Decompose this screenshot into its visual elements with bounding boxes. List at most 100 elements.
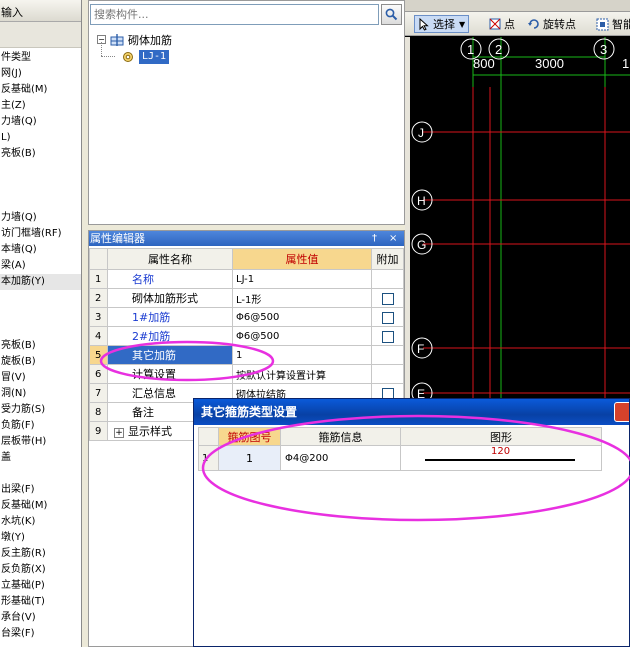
property-value-cell[interactable]: Φ6@500: [232, 307, 372, 327]
point-button[interactable]: 点: [489, 15, 515, 33]
extra-checkbox[interactable]: [381, 292, 394, 305]
list-item[interactable]: 立基础(P): [0, 578, 81, 594]
property-name-cell[interactable]: 计算设置: [107, 364, 233, 384]
property-value-header: 属性值: [232, 248, 372, 270]
expand-icon[interactable]: +: [114, 428, 124, 438]
extra-cell: [371, 326, 404, 346]
shape-cell[interactable]: 120: [400, 445, 602, 471]
property-name-cell[interactable]: 砌体加筋形式: [107, 288, 233, 308]
stirrup-table: 箍筋图号 箍筋信息 图形 1 1 Φ4@200 120: [198, 427, 602, 471]
table-row[interactable]: 6 计算设置 按默认计算设置计算: [89, 364, 404, 384]
list-item[interactable]: 主(Z): [0, 98, 81, 114]
property-value-cell[interactable]: 1: [232, 345, 372, 365]
search-button[interactable]: [381, 4, 402, 25]
list-item[interactable]: 形基础(T): [0, 594, 81, 610]
property-value-cell[interactable]: L-1形: [232, 288, 372, 308]
dialog-body: 箍筋图号 箍筋信息 图形 1 1 Φ4@200 120: [194, 425, 629, 646]
list-item[interactable]: 受力筋(S): [0, 402, 81, 418]
component-list-panel: − 砌体加筋 LJ-1: [88, 0, 405, 225]
tree-item-lj-1[interactable]: LJ-1: [97, 42, 172, 65]
property-value-cell[interactable]: 按默认计算设置计算: [232, 364, 372, 384]
row-number: 8: [89, 402, 108, 422]
list-item[interactable]: 件类型: [0, 50, 81, 66]
masonry-rebar-icon: [110, 33, 124, 46]
list-item[interactable]: 亮板(B): [0, 146, 81, 162]
dialog-close-button[interactable]: [614, 402, 629, 422]
table-row[interactable]: 3 1#加筋 Φ6@500: [89, 307, 404, 327]
table-row[interactable]: 1 1 Φ4@200 120: [198, 445, 602, 471]
property-value-cell[interactable]: Φ6@500: [232, 326, 372, 346]
list-item[interactable]: 盖: [0, 450, 81, 466]
extra-header: 附加: [371, 248, 404, 270]
list-item[interactable]: 梁(A): [0, 258, 81, 274]
pin-icon[interactable]: †: [372, 231, 377, 246]
row-number: 4: [89, 326, 108, 346]
property-editor-titlebar: 属性编辑器 † ×: [89, 231, 404, 246]
component-type-panel: 输入 件类型 网(J) 反基础(M) 主(Z) 力墙(Q) L) 亮板(B) 力墙(Q) 访门框…: [0, 0, 82, 647]
close-icon[interactable]: ×: [389, 231, 397, 246]
tab-strip: [405, 0, 630, 12]
axis-label-h: H: [417, 194, 426, 208]
list-item[interactable]: 承台(V): [0, 610, 81, 626]
extra-cell: [371, 345, 404, 365]
property-name-cell[interactable]: 其它加筋: [107, 345, 233, 365]
row-number-header: [198, 427, 219, 446]
dimension-800: 800: [473, 56, 495, 71]
stirrup-info-cell[interactable]: Φ4@200: [280, 445, 401, 471]
list-item[interactable]: 本墙(Q): [0, 242, 81, 258]
axis-label-j: J: [418, 126, 424, 140]
row-number: 3: [89, 307, 108, 327]
table-row[interactable]: 4 2#加筋 Φ6@500: [89, 326, 404, 346]
property-name-label: 砌体加筋形式: [132, 292, 198, 305]
search-row: [89, 3, 404, 27]
list-item[interactable]: 出梁(F): [0, 482, 81, 498]
stirrup-code-cell[interactable]: 1: [218, 445, 281, 471]
search-input[interactable]: [90, 4, 379, 25]
list-item[interactable]: 力墙(Q): [0, 114, 81, 130]
point-icon: [489, 18, 501, 30]
list-item[interactable]: 反负筋(X): [0, 562, 81, 578]
list-item[interactable]: 冒(V): [0, 370, 81, 386]
property-name-cell[interactable]: 2#加筋: [107, 326, 233, 346]
table-row[interactable]: 5 其它加筋 1: [89, 345, 404, 365]
smart-button[interactable]: 智能: [596, 15, 630, 33]
extra-checkbox[interactable]: [381, 330, 394, 343]
list-item[interactable]: 洞(N): [0, 386, 81, 402]
select-button[interactable]: 选择 ▼: [414, 15, 470, 33]
list-item[interactable]: L): [0, 130, 81, 146]
property-name-cell[interactable]: 1#加筋: [107, 307, 233, 327]
row-number: 6: [89, 364, 108, 384]
list-item[interactable]: 旋板(B): [0, 354, 81, 370]
list-item[interactable]: 访门框墙(RF): [0, 226, 81, 242]
stirrup-info-header: 箍筋信息: [280, 427, 401, 446]
list-item[interactable]: 层板带(H): [0, 434, 81, 450]
extra-checkbox[interactable]: [381, 311, 394, 324]
property-value-cell[interactable]: LJ-1: [232, 269, 372, 289]
property-name-header: 属性名称: [107, 248, 233, 270]
list-item[interactable]: 网(J): [0, 66, 81, 82]
list-item[interactable]: 台梁(F): [0, 626, 81, 642]
property-name-label: 计算设置: [132, 368, 176, 381]
left-panel-header: 输入: [0, 0, 81, 22]
list-item[interactable]: 亮板(B): [0, 338, 81, 354]
table-row[interactable]: 2 砌体加筋形式 L-1形: [89, 288, 404, 308]
list-item[interactable]: 本加筋(Y): [0, 274, 81, 290]
drawing-toolbar: 选择 ▼ 点 旋转点 智能: [405, 12, 630, 36]
axis-label-g: G: [417, 238, 426, 252]
list-item[interactable]: 墩(Y): [0, 530, 81, 546]
row-number: 1: [198, 445, 219, 471]
list-item[interactable]: 水坑(K): [0, 514, 81, 530]
property-name-cell[interactable]: 名称: [107, 269, 233, 289]
tree-root[interactable]: − 砌体加筋: [97, 31, 172, 48]
table-row[interactable]: 1 名称 LJ-1: [89, 269, 404, 289]
list-item[interactable]: 负筋(F): [0, 418, 81, 434]
list-item[interactable]: 力墙(Q): [0, 210, 81, 226]
rotate-point-button[interactable]: 旋转点: [527, 15, 576, 33]
point-label: 点: [504, 18, 515, 31]
list-item[interactable]: 反基础(M): [0, 498, 81, 514]
list-item[interactable]: 反基础(M): [0, 82, 81, 98]
list-item[interactable]: 反主筋(R): [0, 546, 81, 562]
